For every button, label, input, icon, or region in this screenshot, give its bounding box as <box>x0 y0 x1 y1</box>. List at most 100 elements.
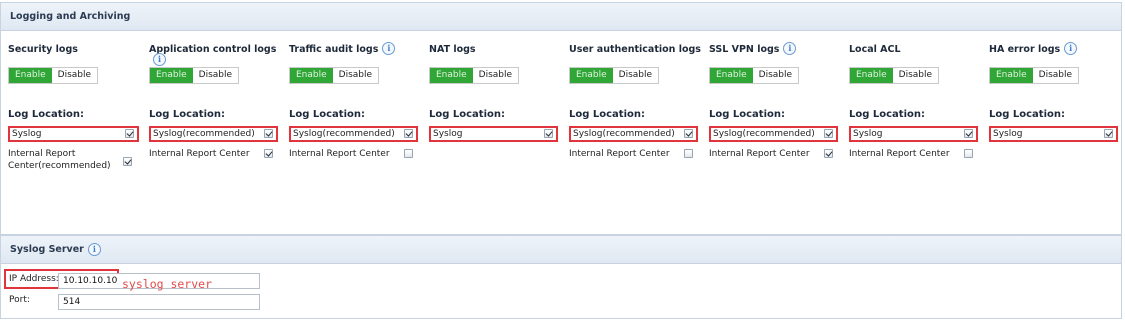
log-column-title-text: Security logs <box>8 44 78 55</box>
log-location-option-label: Syslog <box>433 129 463 139</box>
internal-report-center-option: Internal Report Center <box>289 148 413 160</box>
checkbox-icon[interactable] <box>123 157 132 166</box>
logging-panel-title: Logging and Archiving <box>1 3 1121 31</box>
log-location-option-label: Syslog <box>853 129 883 139</box>
info-icon[interactable]: i <box>1064 42 1078 55</box>
log-location-label: Log Location: <box>289 109 365 120</box>
enable-button[interactable]: Enable <box>150 68 193 83</box>
enable-button[interactable]: Enable <box>9 68 52 83</box>
log-column-title-text: SSL VPN logs <box>709 44 780 55</box>
log-location-option-label: Internal Report Center <box>709 149 810 159</box>
disable-button[interactable]: Disable <box>472 68 519 83</box>
disable-button[interactable]: Disable <box>1032 68 1079 83</box>
info-icon[interactable]: i <box>783 42 797 55</box>
checkbox-icon[interactable] <box>824 149 833 158</box>
internal-report-center-option: Internal Report Center <box>849 148 973 160</box>
syslog-option: Syslog <box>8 126 139 142</box>
log-column-title-text: Traffic audit logs <box>289 44 379 55</box>
log-location-label: Log Location: <box>709 109 785 120</box>
log-location-label: Log Location: <box>569 109 645 120</box>
log-column-title-text: NAT logs <box>429 44 476 55</box>
log-location-label: Log Location: <box>8 109 84 120</box>
enable-disable-toggle: Enable Disable <box>709 67 800 84</box>
log-location-option-label: Internal Report Center <box>289 149 390 159</box>
checkbox-icon[interactable] <box>964 129 973 138</box>
enable-disable-toggle: Enable Disable <box>849 67 940 84</box>
log-location-label: Log Location: <box>429 109 505 120</box>
checkbox-icon[interactable] <box>404 129 413 138</box>
log-column: Traffic audit logs i Enable Disable Log Loca… <box>289 42 424 159</box>
log-column: Application control logsi Enable Disable Lo… <box>149 44 284 159</box>
syslog-server-title: Syslog Server <box>10 244 84 255</box>
log-column: Security logs Enable Disable Log Location: S… <box>8 44 143 171</box>
log-column-title: User authentication logs <box>569 44 704 58</box>
log-column-title-text: Application control logs <box>149 44 277 55</box>
log-column: Local ACL Enable Disable Log Location: Syslo… <box>849 44 984 159</box>
log-column: SSL VPN logs i Enable Disable Log Location: S… <box>709 42 844 159</box>
enable-button[interactable]: Enable <box>290 68 333 83</box>
log-column-title-text: Local ACL <box>849 44 901 55</box>
log-location-option-label: Internal Report Center(recommended) <box>8 149 111 171</box>
syslog-option: Syslog(recommended) <box>569 126 698 142</box>
log-column-title: NAT logs <box>429 44 564 58</box>
enable-button[interactable]: Enable <box>570 68 613 83</box>
log-location-option-label: Syslog(recommended) <box>713 129 815 139</box>
log-location-option-label: Syslog(recommended) <box>153 129 255 139</box>
disable-button[interactable]: Disable <box>332 68 379 83</box>
enable-button[interactable]: Enable <box>990 68 1033 83</box>
checkbox-icon[interactable] <box>264 129 273 138</box>
log-column-title: SSL VPN logs i <box>709 42 844 58</box>
checkbox-icon[interactable] <box>544 129 553 138</box>
checkbox-icon[interactable] <box>824 129 833 138</box>
log-location-option-label: Syslog(recommended) <box>573 129 675 139</box>
checkbox-icon[interactable] <box>264 149 273 158</box>
info-icon[interactable]: i <box>382 42 396 55</box>
log-location-label: Log Location: <box>849 109 925 120</box>
log-location-option-label: Syslog <box>12 129 42 139</box>
internal-report-center-option: Internal Report Center <box>569 148 693 160</box>
log-column-title: Traffic audit logs i <box>289 42 424 58</box>
syslog-option: Syslog <box>849 126 978 142</box>
port-label: Port: <box>9 295 30 305</box>
syslog-option: Syslog(recommended) <box>709 126 838 142</box>
checkbox-icon[interactable] <box>125 129 134 138</box>
internal-report-center-option: Internal Report Center <box>709 148 833 160</box>
ip-address-label: IP Address: <box>9 274 59 284</box>
enable-disable-toggle: Enable Disable <box>989 67 1080 84</box>
log-location-option-label: Internal Report Center <box>849 149 950 159</box>
log-column-title-text: HA error logs <box>989 44 1061 55</box>
enable-button[interactable]: Enable <box>430 68 473 83</box>
disable-button[interactable]: Disable <box>192 68 239 83</box>
log-column: NAT logs Enable Disable Log Location: Syslog <box>429 44 564 142</box>
log-column-title: Local ACL <box>849 44 984 58</box>
log-column: User authentication logs Enable Disable Log… <box>569 44 704 159</box>
syslog-server-header: Syslog Server i <box>1 235 1121 264</box>
internal-report-center-option: Internal Report Center(recommended) <box>8 148 132 172</box>
checkbox-icon[interactable] <box>684 149 693 158</box>
checkbox-icon[interactable] <box>964 149 973 158</box>
enable-disable-toggle: Enable Disable <box>429 67 520 84</box>
enable-disable-toggle: Enable Disable <box>8 67 99 84</box>
checkbox-icon[interactable] <box>404 149 413 158</box>
info-icon[interactable]: i <box>153 53 166 66</box>
enable-disable-toggle: Enable Disable <box>289 67 380 84</box>
info-icon[interactable]: i <box>87 243 101 256</box>
internal-report-center-option: Internal Report Center <box>149 148 273 160</box>
enable-button[interactable]: Enable <box>710 68 753 83</box>
checkbox-icon[interactable] <box>1104 129 1113 138</box>
log-location-option-label: Internal Report Center <box>569 149 670 159</box>
log-location-option-label: Syslog(recommended) <box>293 129 395 139</box>
disable-button[interactable]: Disable <box>752 68 799 83</box>
port-input[interactable]: 514 <box>58 294 260 310</box>
checkbox-icon[interactable] <box>684 129 693 138</box>
enable-disable-toggle: Enable Disable <box>569 67 660 84</box>
log-location-label: Log Location: <box>149 109 225 120</box>
syslog-option: Syslog <box>989 126 1118 142</box>
log-column-title: HA error logs i <box>989 42 1124 58</box>
disable-button[interactable]: Disable <box>612 68 659 83</box>
disable-button[interactable]: Disable <box>892 68 939 83</box>
disable-button[interactable]: Disable <box>51 68 98 83</box>
log-column-title-text: User authentication logs <box>569 44 701 55</box>
enable-button[interactable]: Enable <box>850 68 893 83</box>
log-column-title: Security logs <box>8 44 143 58</box>
